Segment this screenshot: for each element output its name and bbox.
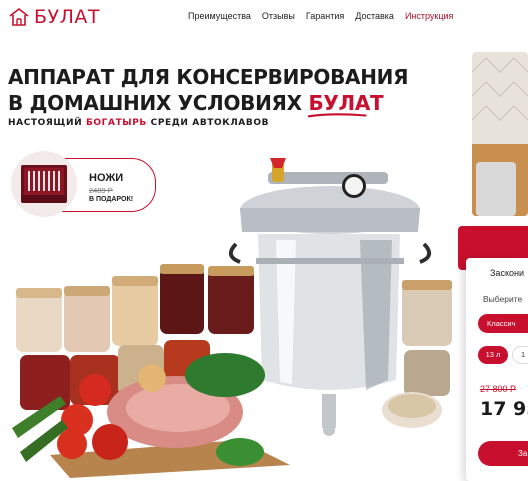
size-13l-button[interactable]: 13 л	[478, 346, 508, 364]
logo-text: БУЛАТ	[34, 6, 101, 28]
order-old-price: 27 800 Р	[480, 384, 517, 394]
order-save-text: Заскони	[490, 268, 524, 278]
hero-title-line2: В ДОМАШНИХ УСЛОВИЯХ БУЛАТ	[8, 90, 408, 118]
main-nav: Преимущества Отзывы Гарантия Доставка Ин…	[188, 11, 453, 21]
gift-note: В ПОДАРОК!	[89, 196, 134, 203]
hero-title: АППАРАТ ДЛЯ КОНСЕРВИРОВАНИЯ В ДОМАШНИХ У…	[8, 64, 409, 118]
order-card: Заскони Выберите Классич 13 л 1 27 800 Р…	[466, 258, 528, 481]
order-price: 17 95	[480, 398, 528, 420]
variant-classic-button[interactable]: Классич	[478, 314, 528, 333]
nav-advantages[interactable]: Преимущества	[188, 11, 251, 21]
nav-warranty[interactable]: Гарантия	[306, 11, 344, 21]
brush-underline	[308, 113, 367, 118]
hero-title-line1: АППАРАТ ДЛЯ КОНСЕРВИРОВАНИЯ	[8, 65, 409, 89]
kitchen-photo	[472, 52, 528, 216]
hero-title-brand: БУЛАТ	[308, 91, 384, 118]
nav-reviews[interactable]: Отзывы	[262, 11, 295, 21]
hero-subtitle-accent: БОГАТЫРЬ	[85, 118, 147, 128]
nav-delivery[interactable]: Доставка	[355, 11, 394, 21]
knife-set-image	[11, 151, 77, 217]
nav-instructions[interactable]: Инструкция	[405, 11, 453, 21]
size-option-button[interactable]: 1	[512, 346, 528, 364]
hero-title-prefix: В ДОМАШНИХ УСЛОВИЯХ	[8, 91, 309, 115]
gift-old-price: 2489 Р	[89, 186, 113, 195]
hero-subtitle: НАСТОЯЩИЙ БОГАТЫРЬ СРЕДИ АВТОКЛАВОВ	[8, 118, 270, 128]
house-icon	[9, 8, 29, 26]
order-button[interactable]: За	[478, 441, 528, 466]
logo[interactable]: БУЛАТ	[8, 6, 100, 28]
gift-title: НОЖИ	[89, 172, 124, 184]
gift-badge[interactable]: НОЖИ 2489 Р В ПОДАРОК!	[11, 151, 156, 217]
order-choose-text: Выберите	[483, 294, 523, 304]
